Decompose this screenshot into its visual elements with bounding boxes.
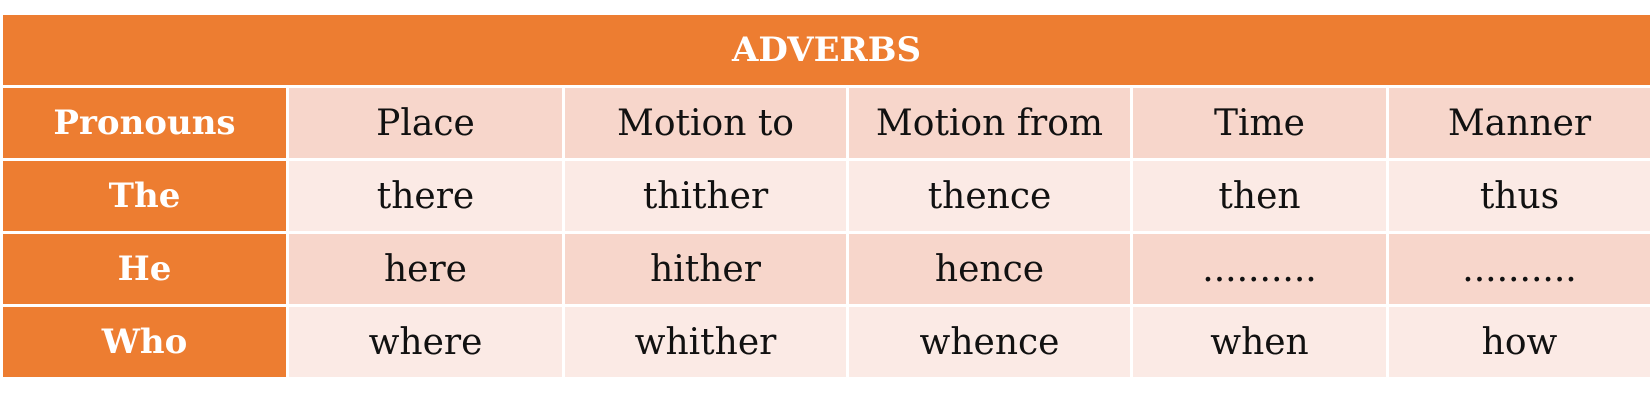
column-header-manner: Manner [1385,85,1650,161]
header-row: Pronouns Place Motion to Motion from Tim… [0,85,1650,161]
column-header-time: Time [1130,85,1389,161]
table-cell: thence [846,158,1133,234]
pronouns-header: Pronouns [0,85,289,161]
table-row: Who where whither whence when how [0,304,1650,380]
row-label-he: He [0,231,289,307]
table-cell: .......... [1385,231,1650,307]
table-row: He here hither hence .......... ........… [0,231,1650,307]
table-cell: hence [846,231,1133,307]
table-cell: when [1130,304,1389,380]
table-cell: there [286,158,565,234]
table-cell: thither [562,158,849,234]
table-cell: how [1385,304,1650,380]
table-cell: hither [562,231,849,307]
table-cell: where [286,304,565,380]
table-cell: then [1130,158,1389,234]
table-row: The there thither thence then thus [0,158,1650,234]
row-label-who: Who [0,304,289,380]
column-header-place: Place [286,85,565,161]
table-cell: here [286,231,565,307]
table-cell: whither [562,304,849,380]
table-title: ADVERBS [0,12,1650,88]
column-header-motion-to: Motion to [562,85,849,161]
title-row: ADVERBS [0,12,1650,88]
adverbs-table: ADVERBS Pronouns Place Motion to Motion … [0,12,1650,380]
table-cell: thus [1385,158,1650,234]
column-header-motion-from: Motion from [846,85,1133,161]
table-cell: .......... [1130,231,1389,307]
table-cell: whence [846,304,1133,380]
row-label-the: The [0,158,289,234]
